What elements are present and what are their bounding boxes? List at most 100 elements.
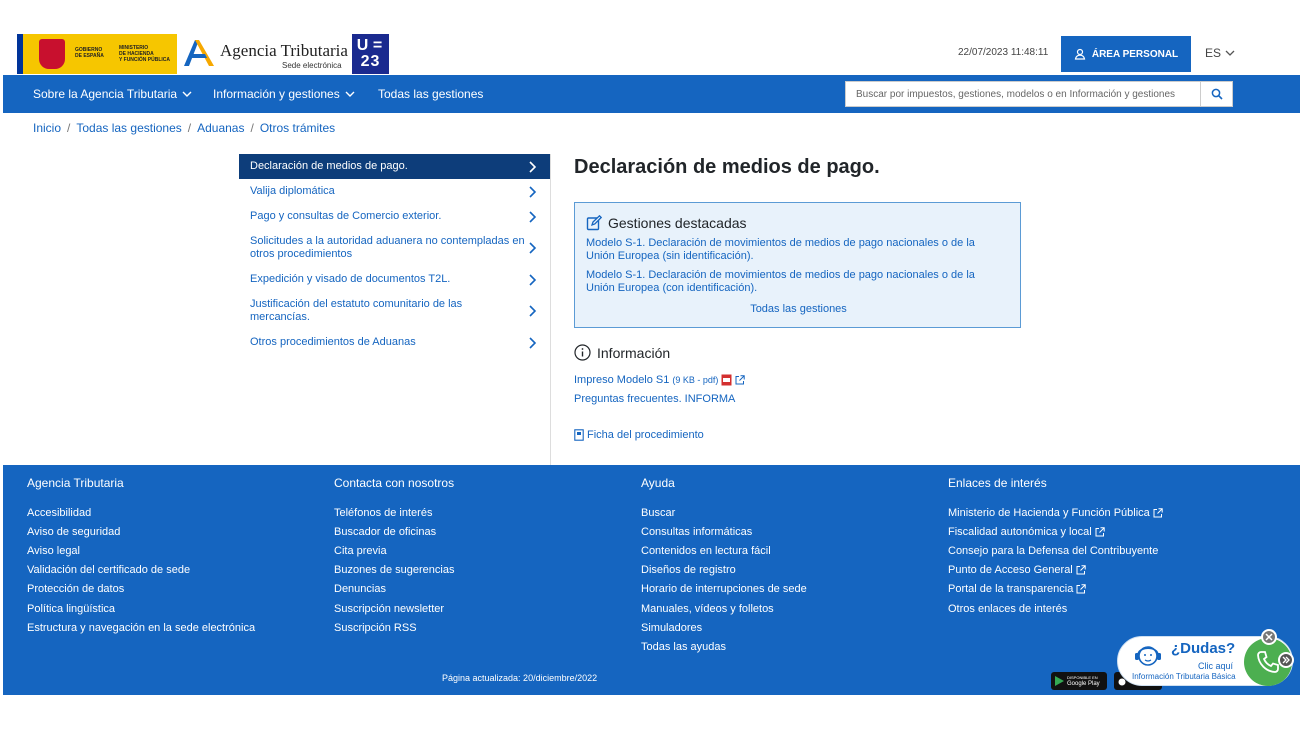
ficha-label: Ficha del procedimiento: [587, 429, 704, 441]
breadcrumb-todas-gestiones[interactable]: Todas las gestiones: [76, 121, 181, 135]
footer-column-title: Enlaces de interés: [948, 476, 1047, 490]
footer-link-disenos-registro[interactable]: Diseños de registro: [641, 561, 807, 580]
agency-name: Agencia Tributaria: [220, 41, 348, 60]
menu-item-otros-procedimientos[interactable]: Otros procedimientos de Aduanas: [239, 330, 550, 355]
current-datetime: 22/07/2023 11:48:11: [958, 47, 1049, 58]
faq-label: Preguntas frecuentes. INFORMA: [574, 393, 736, 405]
nav-label: Sobre la Agencia Tributaria: [33, 87, 178, 101]
footer-link-manuales[interactable]: Manuales, vídeos y folletos: [641, 599, 807, 618]
footer-link-newsletter[interactable]: Suscripción newsletter: [334, 599, 454, 618]
footer-link-punto-acceso-general[interactable]: Punto de Acceso General: [948, 561, 1163, 580]
footer-link-buzones[interactable]: Buzones de sugerencias: [334, 561, 454, 580]
gestiones-heading-text: Gestiones destacadas: [608, 215, 747, 231]
agencia-tributaria-logo[interactable]: Agencia Tributaria Sede electrónica: [181, 34, 351, 74]
google-play-badge[interactable]: DISPONIBLE EN Google Play: [1051, 672, 1107, 690]
footer-link-estructura-navegacion[interactable]: Estructura y navegación en la sede elect…: [27, 618, 255, 637]
search-input[interactable]: Buscar por impuestos, gestiones, modelos…: [845, 81, 1201, 107]
footer-link-denuncias[interactable]: Denuncias: [334, 580, 454, 599]
area-personal-label: ÁREA PERSONAL: [1091, 48, 1179, 60]
footer-link-buscar[interactable]: Buscar: [641, 503, 807, 522]
impreso-modelo-s1-link[interactable]: Impreso Modelo S1 (9 KB - pdf): [574, 374, 746, 386]
footer-link-simuladores[interactable]: Simuladores: [641, 618, 807, 637]
footer-link-otros-enlaces[interactable]: Otros enlaces de interés: [948, 599, 1163, 618]
todas-gestiones-link[interactable]: Todas las gestiones: [575, 303, 1022, 315]
agency-subtitle: Sede electrónica: [282, 61, 342, 70]
menu-item-pago-comercio-exterior[interactable]: Pago y consultas de Comercio exterior.: [239, 204, 550, 229]
footer-link-todas-ayudas[interactable]: Todas las ayudas: [641, 637, 807, 656]
footer-link-consejo-defensa[interactable]: Consejo para la Defensa del Contribuyent…: [948, 541, 1163, 560]
footer-link-telefonos[interactable]: Teléfonos de interés: [334, 503, 454, 522]
footer-link-consultas-informaticas[interactable]: Consultas informáticas: [641, 522, 807, 541]
menu-item-solicitudes-autoridad-aduanera[interactable]: Solicitudes a la autoridad aduanera no c…: [239, 231, 550, 265]
footer-link-politica-linguistica[interactable]: Política lingüística: [27, 599, 255, 618]
external-link-icon: [735, 375, 746, 385]
footer-link-horario-interrupciones[interactable]: Horario de interrupciones de sede: [641, 580, 807, 599]
footer-link-validacion-certificado[interactable]: Validación del certificado de sede: [27, 561, 255, 580]
footer-link-cita-previa[interactable]: Cita previa: [334, 541, 454, 560]
footer-link-ministerio-hacienda[interactable]: Ministerio de Hacienda y Función Pública: [948, 503, 1163, 522]
footer-link-label: Fiscalidad autonómica y local: [948, 525, 1092, 538]
gestion-link-con-identificacion[interactable]: Modelo S-1. Declaración de movimientos d…: [586, 269, 1006, 295]
footer-link-label: Portal de la transparencia: [948, 583, 1074, 596]
dudas-chat-widget[interactable]: ¿Dudas? Clic aquí Información Tributaria…: [1117, 629, 1294, 686]
gobierno-espana-logo[interactable]: GOBIERNO DE ESPAÑA MINISTERIO DE HACIEND…: [17, 34, 177, 74]
nav-sobre-agencia[interactable]: Sobre la Agencia Tributaria: [33, 87, 192, 101]
language-selector[interactable]: ES: [1205, 46, 1235, 60]
nav-todas-gestiones[interactable]: Todas las gestiones: [378, 87, 483, 101]
footer-link-rss[interactable]: Suscripción RSS: [334, 618, 454, 637]
breadcrumb-separator: /: [187, 121, 192, 135]
footer-link-fiscalidad-autonomica[interactable]: Fiscalidad autonómica y local: [948, 522, 1163, 541]
external-link-icon: [1076, 565, 1086, 575]
user-icon: [1074, 48, 1086, 60]
page-updated-date: Página actualizada: 20/diciembre/2022: [442, 673, 598, 683]
footer-link-label: Punto de Acceso General: [948, 564, 1073, 577]
edit-icon: [586, 215, 602, 231]
menu-item-expedicion-t2l[interactable]: Expedición y visado de documentos T2L.: [239, 267, 550, 292]
breadcrumb-aduanas[interactable]: Aduanas: [197, 121, 244, 135]
chevron-right-icon: [529, 305, 537, 317]
nav-informacion-gestiones[interactable]: Información y gestiones: [213, 87, 355, 101]
footer-column-enlaces: Enlaces de interés Ministerio de Haciend…: [948, 476, 1163, 618]
gov-line-2: DE ESPAÑA: [75, 53, 104, 59]
area-personal-button[interactable]: ÁREA PERSONAL: [1061, 36, 1191, 72]
main-navigation: Sobre la Agencia Tributaria Información …: [3, 75, 1300, 113]
dudas-title: ¿Dudas?: [1171, 640, 1236, 657]
footer-column-title: Contacta con nosotros: [334, 476, 455, 490]
footer-link-aviso-legal[interactable]: Aviso legal: [27, 541, 255, 560]
ficha-procedimiento-link[interactable]: Ficha del procedimiento: [574, 429, 704, 441]
impreso-label: Impreso Modelo S1: [574, 374, 670, 386]
breadcrumb-otros-tramites[interactable]: Otros trámites: [260, 121, 335, 135]
footer-link-proteccion-datos[interactable]: Protección de datos: [27, 580, 255, 599]
close-dudas-button[interactable]: [1261, 629, 1277, 645]
footer-column-title: Agencia Tributaria: [27, 476, 124, 490]
play-store-icon: [1055, 676, 1064, 686]
phone-icon: [1257, 651, 1279, 673]
nav-label: Información y gestiones: [213, 87, 340, 101]
menu-item-valija-diplomatica[interactable]: Valija diplomática: [239, 179, 550, 204]
search-button[interactable]: [1201, 81, 1233, 107]
footer-link-accesibilidad[interactable]: Accesibilidad: [27, 503, 255, 522]
google-play-label: Google Play: [1067, 681, 1100, 687]
menu-item-estatuto-comunitario[interactable]: Justificación del estatuto comunitario d…: [239, 294, 550, 328]
menu-item-label: Valija diplomática: [250, 185, 335, 197]
dudas-expand-button[interactable]: [1278, 652, 1294, 668]
footer-link-lectura-facil[interactable]: Contenidos en lectura fácil: [641, 541, 807, 560]
chevron-down-icon: [182, 91, 192, 97]
gestion-link-sin-identificacion[interactable]: Modelo S-1. Declaración de movimientos d…: [586, 237, 1006, 263]
footer-link-aviso-seguridad[interactable]: Aviso de seguridad: [27, 522, 255, 541]
pdf-icon: [721, 374, 732, 386]
preguntas-frecuentes-link[interactable]: Preguntas frecuentes. INFORMA: [574, 393, 735, 405]
support-agent-icon: [1135, 646, 1161, 666]
chevron-down-icon: [1225, 50, 1235, 56]
external-link-icon: [1095, 527, 1105, 537]
menu-item-declaracion-medios-pago[interactable]: Declaración de medios de pago.: [239, 154, 550, 179]
menu-item-label: Pago y consultas de Comercio exterior.: [250, 210, 442, 222]
footer-link-buscador-oficinas[interactable]: Buscador de oficinas: [334, 522, 454, 541]
breadcrumb-inicio[interactable]: Inicio: [33, 121, 61, 135]
external-link-icon: [1076, 584, 1087, 594]
breadcrumb-separator: /: [67, 121, 71, 135]
info-icon: [574, 344, 591, 361]
badge-year: 23: [360, 53, 381, 70]
footer-link-portal-transparencia[interactable]: Portal de la transparencia: [948, 580, 1163, 599]
badge-symbol: =: [372, 37, 384, 54]
